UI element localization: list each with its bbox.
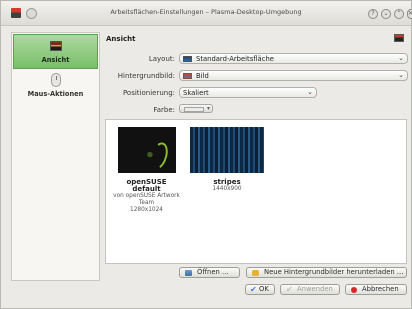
- check-icon: ✔: [250, 285, 257, 294]
- chevron-down-icon: ⌄: [398, 71, 404, 79]
- background-value: Bild: [196, 72, 209, 80]
- check-icon: ✔: [286, 285, 293, 294]
- wallpaper-icon: [49, 41, 62, 51]
- wallpaper-card-opensuse-default[interactable]: openSUSE default von openSUSE Artwork Te…: [112, 127, 181, 214]
- cancel-button[interactable]: Abbrechen: [345, 284, 407, 295]
- wallpaper-thumbnail: [117, 127, 176, 173]
- folder-open-icon: [185, 270, 192, 276]
- page-title: Ansicht: [106, 35, 136, 43]
- wallpaper-author: von openSUSE Artwork Team: [113, 193, 180, 206]
- chevron-down-icon: ▾: [206, 105, 210, 112]
- open-button-label: Öffnen ...: [197, 268, 229, 276]
- minimize-button[interactable]: ⌄: [381, 9, 391, 19]
- download-wallpapers-button[interactable]: Neue Hintergrundbilder herunterladen ...: [246, 267, 407, 278]
- wallpaper-size: 1440x900: [212, 186, 242, 192]
- chevron-down-icon: ⌄: [398, 54, 404, 62]
- desktop-icon: [183, 56, 192, 62]
- wallpaper-icon: [394, 34, 404, 42]
- window-title: Arbeitsflächen-Einstellungen – Plasma-De…: [110, 8, 302, 16]
- color-picker-button[interactable]: ▾: [179, 104, 213, 113]
- maximize-button[interactable]: ⌃: [394, 9, 404, 19]
- apply-button-label: Anwenden: [297, 285, 333, 293]
- cancel-icon: [351, 287, 357, 293]
- settings-window: Arbeitsflächen-Einstellungen – Plasma-De…: [0, 0, 412, 309]
- open-button[interactable]: Öffnen ...: [179, 267, 240, 278]
- wallpaper-thumbnail: [190, 127, 264, 173]
- image-icon: [183, 73, 192, 79]
- dialog-buttons: Öffnen ... Neue Hintergrundbilder herunt…: [1, 267, 411, 309]
- wallpaper-gallery[interactable]: openSUSE default von openSUSE Artwork Te…: [105, 119, 407, 264]
- positioning-select[interactable]: Skaliert ⌄: [179, 87, 317, 98]
- positioning-value: Skaliert: [183, 89, 209, 97]
- wallpaper-title: openSUSE default: [126, 178, 167, 193]
- ok-button-label: OK: [259, 285, 269, 293]
- background-select[interactable]: Bild ⌄: [179, 70, 408, 81]
- close-button[interactable]: ✕: [407, 9, 412, 19]
- layout-label: Layout:: [148, 55, 175, 63]
- cancel-button-label: Abbrechen: [362, 285, 399, 293]
- layout-value: Standard-Arbeitsfläche: [196, 55, 274, 63]
- wallpaper-card-stripes[interactable]: stripes 1440x900: [190, 127, 264, 193]
- color-label: Farbe:: [153, 106, 175, 114]
- help-button[interactable]: ?: [368, 9, 378, 19]
- settings-sidebar: Ansicht Maus-Aktionen: [11, 32, 100, 281]
- layout-select[interactable]: Standard-Arbeitsfläche ⌄: [179, 53, 408, 64]
- download-icon: [252, 270, 259, 276]
- apply-button[interactable]: ✔ Anwenden: [280, 284, 340, 295]
- wallpaper-size: 1280x1024: [130, 207, 163, 213]
- wallpaper-title: stripes: [213, 178, 241, 186]
- color-swatch: [184, 107, 204, 112]
- ok-button[interactable]: ✔ OK: [245, 284, 275, 295]
- background-label: Hintergrundbild:: [117, 72, 175, 80]
- download-button-label: Neue Hintergrundbilder herunterladen ...: [264, 268, 404, 276]
- positioning-label: Positionierung:: [122, 89, 175, 97]
- sidebar-item-ansicht[interactable]: Ansicht: [13, 34, 98, 69]
- chevron-down-icon: ⌄: [307, 88, 313, 96]
- title-bar[interactable]: Arbeitsflächen-Einstellungen – Plasma-De…: [1, 1, 412, 26]
